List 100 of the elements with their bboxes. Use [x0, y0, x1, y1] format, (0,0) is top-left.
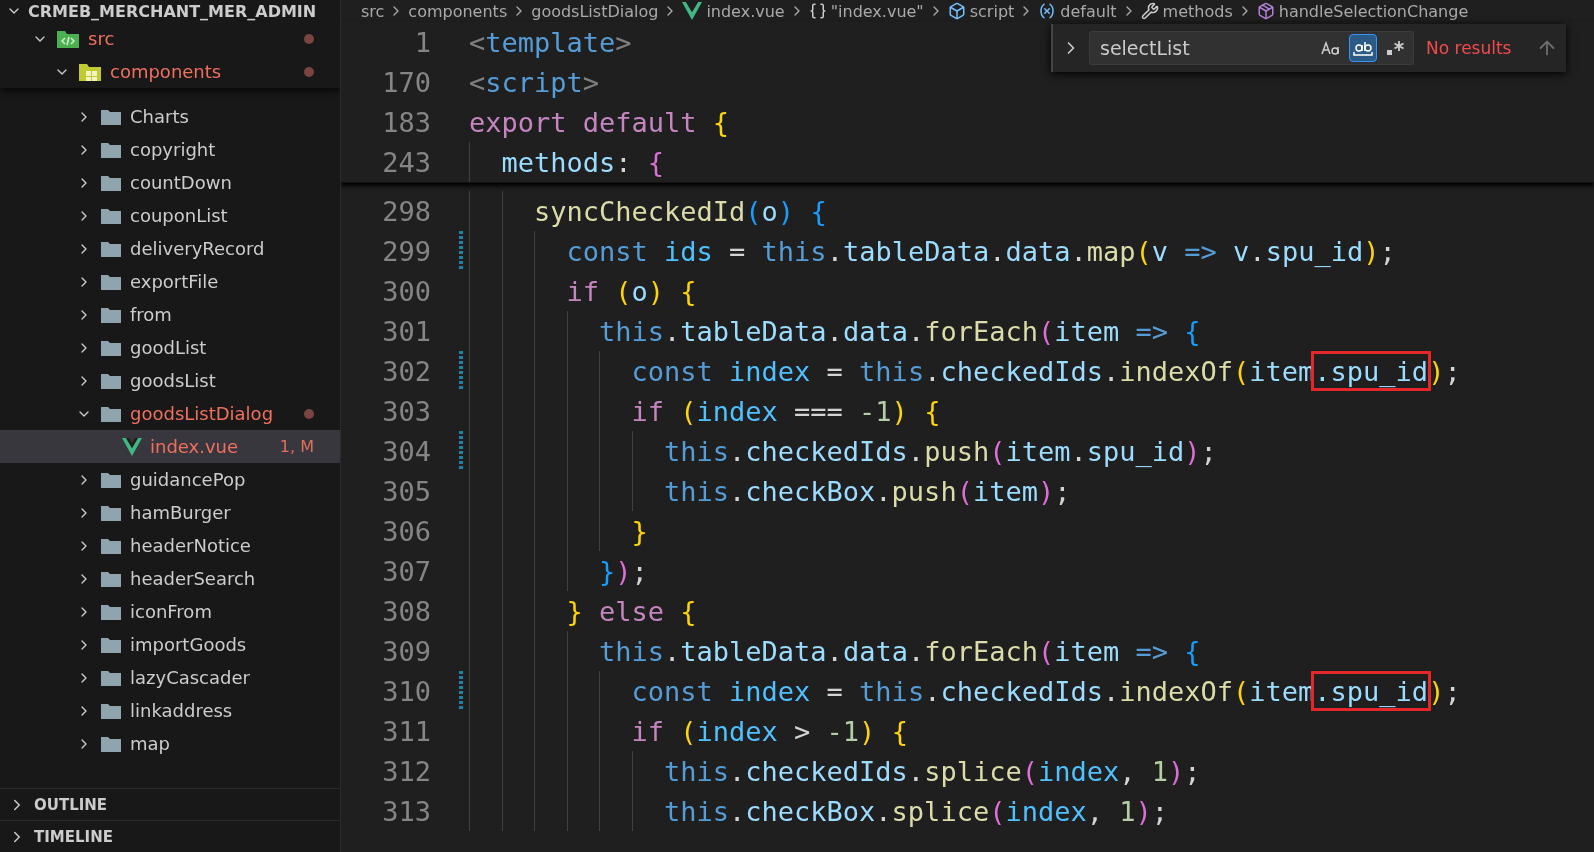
file-name: goodsListDialog — [130, 403, 275, 424]
tree-item[interactable]: deliveryRecord — [0, 232, 340, 265]
breadcrumb-item[interactable]: methods — [1162, 1, 1233, 21]
tree-item[interactable]: hamBurger — [0, 496, 340, 529]
tree-item[interactable]: goodList — [0, 331, 340, 364]
regex-icon — [1385, 39, 1405, 57]
find-field[interactable]: selectList — [1089, 31, 1414, 65]
tree-item[interactable]: src — [0, 22, 340, 55]
code-line: <template> — [469, 25, 632, 60]
components-folder-icon — [78, 61, 102, 82]
code-line: } else { — [566, 594, 697, 629]
folder-icon — [100, 503, 122, 522]
line-number: 307 — [381, 555, 431, 587]
find-result: No results — [1425, 38, 1513, 58]
tree-item[interactable]: guidancePop — [0, 463, 340, 496]
breadcrumb-item[interactable]: script — [969, 1, 1015, 21]
tree-item[interactable]: from — [0, 298, 340, 331]
line-number: 300 — [381, 275, 431, 307]
line-number: 298 — [381, 195, 431, 227]
tree-item[interactable]: headerNotice — [0, 529, 340, 562]
tree-item[interactable]: copyright — [0, 133, 340, 166]
code-line: const ids = this.tableData.data.map(v => v.spu_id); — [566, 234, 1396, 269]
code-line: syncCheckedId(o) { — [534, 194, 827, 229]
breadcrumb-item[interactable]: src — [361, 1, 385, 21]
file-name: guidancePop — [130, 469, 247, 490]
line-number: 311 — [381, 715, 431, 747]
folder-icon — [100, 536, 122, 555]
breadcrumb-item[interactable]: components — [408, 1, 508, 21]
breadcrumb-item[interactable]: handleSelectionChange — [1278, 1, 1469, 21]
tree-item[interactable]: components — [0, 55, 340, 88]
line-number: 305 — [381, 475, 431, 507]
code-line: } — [631, 514, 648, 549]
code-line: this.tableData.data.forEach(item => { — [599, 314, 1201, 349]
tree-item[interactable]: importGoods — [0, 628, 340, 661]
folder-icon — [100, 173, 122, 192]
line-number: 309 — [381, 635, 431, 667]
file-name: iconFrom — [130, 601, 213, 622]
code-line: this.checkBox.push(item); — [664, 474, 1071, 509]
folder-icon — [100, 701, 122, 720]
tree-item[interactable]: lazyCascader — [0, 661, 340, 694]
code-line: if (index > -1) { — [631, 714, 908, 749]
code-line: }); — [599, 554, 648, 589]
tree-item[interactable]: iconFrom — [0, 595, 340, 628]
tree-item[interactable]: goodsListDialog — [0, 397, 340, 430]
line-number: 301 — [381, 315, 431, 347]
code-line: methods: { — [501, 145, 665, 180]
file-name: linkaddress — [130, 700, 234, 721]
folder-icon — [100, 635, 122, 654]
folder-icon — [100, 404, 122, 423]
line-number: 1 — [413, 26, 431, 58]
file-name: deliveryRecord — [130, 238, 266, 259]
folder-icon — [100, 206, 122, 225]
file-name: hamBurger — [130, 502, 232, 523]
tree-item[interactable]: exportFile — [0, 265, 340, 298]
tree-item[interactable]: countDown — [0, 166, 340, 199]
line-number: 312 — [381, 755, 431, 787]
tree-item[interactable]: index.vue 1, M — [0, 430, 340, 463]
tree-item[interactable]: linkaddress — [0, 694, 340, 727]
breadcrumb-item[interactable]: default — [1060, 1, 1117, 21]
file-name: src — [88, 28, 116, 49]
line-number: 306 — [381, 515, 431, 547]
modified-dot — [304, 66, 314, 77]
search-option-toggle[interactable] — [1349, 34, 1377, 62]
file-name: Charts — [130, 106, 190, 127]
vue-icon — [122, 437, 142, 456]
code-line: this.checkedIds.push(item.spu_id); — [664, 434, 1217, 469]
file-name: importGoods — [130, 634, 248, 655]
line-number: 299 — [381, 235, 431, 267]
file-name: headerNotice — [130, 535, 252, 556]
find-input[interactable]: selectList — [1098, 36, 1313, 60]
explorer-header[interactable]: CRMEB_MERCHANT_MER_ADMIN — [0, 0, 340, 22]
tree-item[interactable]: couponList — [0, 199, 340, 232]
variable-icon — [1038, 2, 1057, 20]
folder-icon — [100, 107, 122, 126]
breadcrumb-item[interactable]: index.vue — [706, 1, 785, 21]
tree-item[interactable]: Charts — [0, 100, 340, 133]
code-line: if (index === -1) { — [631, 394, 941, 429]
breadcrumb-item[interactable]: goodsListDialog — [531, 1, 659, 21]
folder-icon — [100, 734, 122, 753]
folder-icon — [100, 371, 122, 390]
whole-word-icon — [1352, 39, 1374, 57]
line-number: 302 — [381, 355, 431, 387]
line-number: 304 — [381, 435, 431, 467]
file-name: copyright — [130, 139, 217, 160]
modified-dot — [304, 408, 314, 419]
cube-icon — [947, 2, 966, 20]
folder-icon — [100, 305, 122, 324]
file-name: goodList — [130, 337, 208, 358]
tree-item[interactable]: goodsList — [0, 364, 340, 397]
file-name: headerSearch — [130, 568, 257, 589]
tree-item[interactable]: headerSearch — [0, 562, 340, 595]
folder-icon — [100, 668, 122, 687]
file-name: countDown — [130, 172, 233, 193]
code-line: if (o) { — [566, 274, 697, 309]
tree-item[interactable]: map — [0, 727, 340, 760]
breadcrumb-item[interactable]: "index.vue" — [830, 1, 924, 21]
file-name: map — [130, 733, 171, 754]
cube-icon — [1256, 2, 1275, 20]
folder-icon — [100, 569, 122, 588]
file-name: components — [110, 61, 223, 82]
